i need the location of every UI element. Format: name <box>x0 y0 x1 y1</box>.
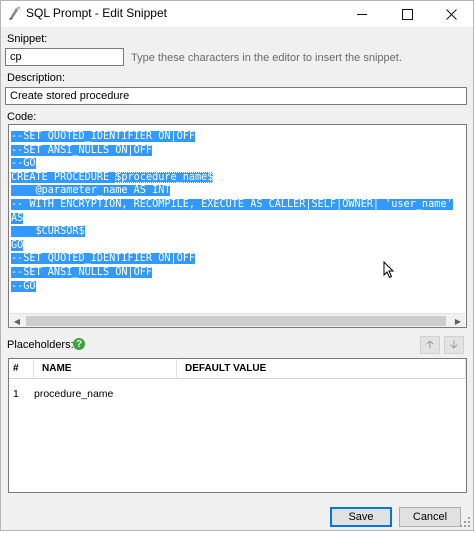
window-title: SQL Prompt - Edit Snippet <box>26 6 167 20</box>
save-button[interactable]: Save <box>330 507 392 527</box>
code-line: -- WITH ENCRYPTION, RECOMPILE, EXECUTE A… <box>11 198 453 210</box>
mouse-pointer-icon <box>383 261 395 279</box>
resize-grip-icon[interactable] <box>460 517 470 527</box>
code-line: --GO <box>11 158 36 170</box>
scroll-right-icon[interactable]: ▶ <box>451 314 465 327</box>
snippet-hint: Type these characters in the editor to i… <box>131 52 402 64</box>
code-line: --SET ANSI_NULLS ON|OFF <box>11 144 153 156</box>
code-line: --SET QUOTED_IDENTIFIER ON|OFF <box>11 131 196 142</box>
arrow-down-icon: 🡣 <box>450 338 458 351</box>
code-line: CREATE PROCEDURE $procedure_name$ <box>11 171 214 183</box>
minimize-icon <box>356 13 367 15</box>
description-input[interactable]: Create stored procedure <box>5 87 467 105</box>
minimize-button[interactable] <box>340 1 384 27</box>
placeholders-label: Placeholders: <box>7 339 74 351</box>
cancel-button[interactable]: Cancel <box>399 507 461 527</box>
placeholders-table[interactable]: # NAME DEFAULT VALUE 1 procedure_name <box>8 358 467 493</box>
horizontal-scrollbar[interactable]: ◀ ▶ <box>10 313 465 327</box>
row-name[interactable]: procedure_name <box>34 388 113 400</box>
code-line: @parameter_name AS INT <box>11 185 171 197</box>
maximize-button[interactable] <box>385 1 429 27</box>
edit-snippet-dialog: SQL Prompt - Edit Snippet Snippet: cp Ty… <box>0 0 474 531</box>
scrollbar-thumb[interactable] <box>26 316 446 326</box>
column-header-name[interactable]: NAME <box>34 359 177 378</box>
move-down-button[interactable]: 🡣 <box>444 336 464 354</box>
snippet-input[interactable]: cp <box>5 48 124 66</box>
column-header-default[interactable]: DEFAULT VALUE <box>177 359 466 378</box>
column-header-index[interactable]: # <box>9 359 34 378</box>
sql-prompt-icon <box>9 6 21 20</box>
maximize-icon <box>401 8 413 20</box>
arrow-up-icon: 🡡 <box>426 338 434 351</box>
code-label: Code: <box>7 111 37 123</box>
description-label: Description: <box>7 72 66 84</box>
code-line: $CURSOR$ <box>11 226 85 238</box>
table-header: # NAME DEFAULT VALUE <box>9 359 466 379</box>
help-icon[interactable]: ? <box>73 338 85 350</box>
title-bar[interactable]: SQL Prompt - Edit Snippet <box>1 1 473 27</box>
move-up-button[interactable]: 🡡 <box>420 336 440 354</box>
placeholder-token: $procedure_name$ <box>115 171 214 183</box>
code-editor[interactable]: --SET QUOTED_IDENTIFIER ON|OFF --SET ANS… <box>8 124 467 328</box>
scroll-left-icon[interactable]: ◀ <box>10 314 24 327</box>
snippet-label: Snippet: <box>7 33 48 45</box>
close-icon <box>445 8 457 20</box>
close-button[interactable] <box>429 1 473 27</box>
code-line: AS <box>11 212 24 224</box>
row-index: 1 <box>13 388 19 400</box>
code-line: GO <box>11 239 24 251</box>
code-line: --GO <box>11 280 36 292</box>
